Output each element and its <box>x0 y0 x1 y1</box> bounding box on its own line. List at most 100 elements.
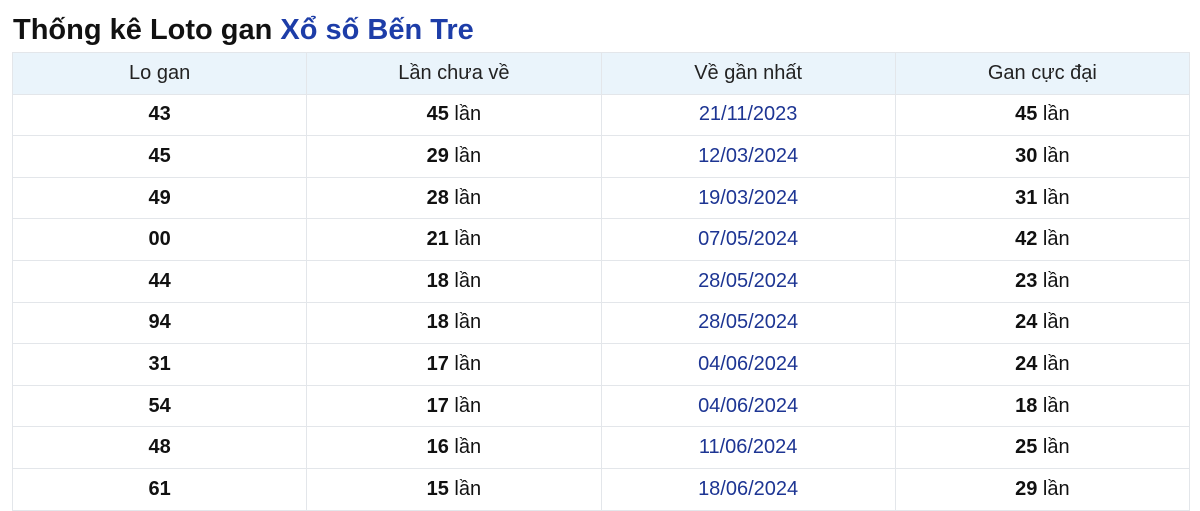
missed-unit: lần <box>454 103 482 126</box>
max-gan-cell: 31 lần <box>894 176 1191 220</box>
last-date: 04/06/2024 <box>698 352 799 375</box>
column-header-lo-gan: Lo gan <box>11 52 308 95</box>
lo-number: 43 <box>148 103 171 126</box>
missed-unit: lần <box>454 352 482 375</box>
max-gan-unit: lần <box>1042 269 1070 292</box>
last-date-cell: 18/06/2024 <box>600 467 896 511</box>
missed-unit: lần <box>454 311 482 334</box>
max-gan-count: 31 <box>1015 186 1038 209</box>
missed-count: 21 <box>426 228 449 251</box>
table-row: 54 17 lần 04/06/2024 18 lần <box>11 384 1191 428</box>
max-gan-cell: 30 lần <box>894 135 1191 178</box>
missed-count: 17 <box>426 352 449 375</box>
table-row: 48 16 lần 11/06/2024 25 lần <box>11 426 1191 469</box>
missed-count-cell: 28 lần <box>306 176 602 220</box>
max-gan-count: 18 <box>1015 394 1038 417</box>
max-gan-unit: lần <box>1042 352 1070 375</box>
last-date: 12/03/2024 <box>698 144 799 167</box>
table-row: 44 18 lần 28/05/2024 23 lần <box>11 259 1191 303</box>
table-row: 94 18 lần 28/05/2024 24 lần <box>11 301 1191 345</box>
missed-count-cell: 17 lần <box>306 343 602 386</box>
lottery-link[interactable]: Xổ số Bến Tre <box>280 14 473 46</box>
max-gan-count: 23 <box>1015 269 1038 292</box>
max-gan-unit: lần <box>1042 144 1070 167</box>
lo-gan-cell: 43 <box>11 93 308 137</box>
max-gan-count: 30 <box>1015 144 1038 167</box>
lo-gan-cell: 61 <box>11 467 308 511</box>
lo-gan-cell: 45 <box>11 135 308 178</box>
lo-number: 49 <box>148 186 171 209</box>
missed-unit: lần <box>454 228 482 251</box>
column-header-lan-chua-ve: Lần chưa về <box>306 52 602 95</box>
max-gan-count: 42 <box>1015 228 1038 251</box>
max-gan-unit: lần <box>1042 103 1070 126</box>
missed-count: 28 <box>426 186 449 209</box>
missed-count-cell: 45 lần <box>306 93 602 137</box>
table-header-row: Lo gan Lần chưa về Về gần nhất Gan cực đ… <box>11 52 1191 95</box>
lo-gan-cell: 49 <box>11 176 308 220</box>
lo-gan-cell: 00 <box>11 218 308 261</box>
last-date: 07/05/2024 <box>698 228 799 251</box>
max-gan-unit: lần <box>1042 186 1070 209</box>
max-gan-cell: 45 lần <box>894 93 1191 137</box>
lo-gan-cell: 48 <box>11 426 308 469</box>
missed-count-cell: 16 lần <box>306 426 602 469</box>
missed-count: 16 <box>426 436 449 459</box>
column-header-ve-gan-nhat: Về gần nhất <box>600 52 896 95</box>
last-date: 04/06/2024 <box>698 394 799 417</box>
table-body: 43 45 lần 21/11/2023 45 lần 45 29 lần 12/03/20… <box>11 93 1191 511</box>
missed-count: 18 <box>426 269 449 292</box>
missed-count-cell: 18 lần <box>306 301 602 345</box>
lo-number: 61 <box>148 477 171 500</box>
lo-number: 94 <box>148 311 171 334</box>
max-gan-count: 24 <box>1015 352 1038 375</box>
missed-unit: lần <box>454 436 482 459</box>
max-gan-unit: lần <box>1042 311 1070 334</box>
max-gan-unit: lần <box>1042 394 1070 417</box>
missed-count: 17 <box>426 394 449 417</box>
max-gan-count: 24 <box>1015 311 1038 334</box>
missed-count-cell: 15 lần <box>306 467 602 511</box>
missed-count: 45 <box>426 103 449 126</box>
last-date: 21/11/2023 <box>698 103 798 126</box>
missed-unit: lần <box>454 186 482 209</box>
column-header-gan-cuc-dai: Gan cực đại <box>894 52 1191 95</box>
loto-gan-table: Lo gan Lần chưa về Về gần nhất Gan cực đ… <box>11 52 1191 511</box>
lo-number: 31 <box>148 352 171 375</box>
page-title: Thống kê Loto gan Xổ số Bến Tre <box>13 10 474 50</box>
lo-gan-cell: 54 <box>11 384 308 428</box>
table-row: 00 21 lần 07/05/2024 42 lần <box>11 218 1191 261</box>
max-gan-count: 29 <box>1015 477 1038 500</box>
max-gan-cell: 24 lần <box>894 343 1191 386</box>
last-date-cell: 28/05/2024 <box>600 301 896 345</box>
page-title-text: Thống kê Loto gan <box>13 14 273 46</box>
last-date: 11/06/2024 <box>698 436 798 459</box>
max-gan-cell: 42 lần <box>894 218 1191 261</box>
missed-unit: lần <box>454 394 482 417</box>
max-gan-unit: lần <box>1042 477 1070 500</box>
last-date: 18/06/2024 <box>698 477 799 500</box>
missed-unit: lần <box>454 477 482 500</box>
max-gan-cell: 24 lần <box>894 301 1191 345</box>
max-gan-unit: lần <box>1042 436 1070 459</box>
table-row: 43 45 lần 21/11/2023 45 lần <box>11 93 1191 137</box>
max-gan-unit: lần <box>1042 228 1070 251</box>
page: Thống kê Loto gan Xổ số Bến Tre Lo gan L… <box>0 0 1200 511</box>
missed-count-cell: 17 lần <box>306 384 602 428</box>
lo-number: 48 <box>148 436 171 459</box>
table-row: 49 28 lần 19/03/2024 31 lần <box>11 176 1191 220</box>
max-gan-cell: 25 lần <box>894 426 1191 469</box>
max-gan-cell: 23 lần <box>894 259 1191 303</box>
missed-count-cell: 29 lần <box>306 135 602 178</box>
missed-count: 29 <box>426 144 449 167</box>
lo-number: 45 <box>148 144 171 167</box>
max-gan-cell: 18 lần <box>894 384 1191 428</box>
last-date: 28/05/2024 <box>698 311 799 334</box>
missed-count: 15 <box>426 477 449 500</box>
table-row: 45 29 lần 12/03/2024 30 lần <box>11 135 1191 178</box>
last-date-cell: 12/03/2024 <box>600 135 896 178</box>
last-date-cell: 04/06/2024 <box>600 343 896 386</box>
last-date-cell: 04/06/2024 <box>600 384 896 428</box>
lo-gan-cell: 94 <box>11 301 308 345</box>
lo-gan-cell: 31 <box>11 343 308 386</box>
